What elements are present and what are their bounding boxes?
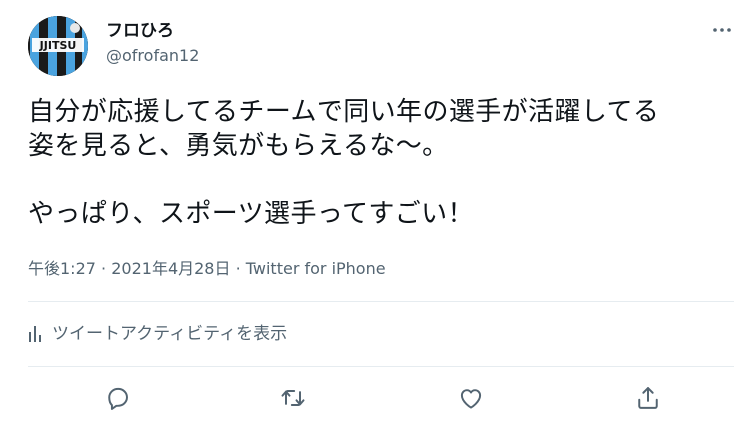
avatar-text: JJITSU (39, 39, 77, 52)
tweet-activity-link[interactable]: ツイートアクティビティを表示 (28, 322, 287, 346)
share-button[interactable] (634, 384, 662, 412)
tweet-date: 2021年4月28日 (111, 259, 231, 278)
tweet-activity-label: ツイートアクティビティを表示 (52, 324, 288, 344)
retweet-button[interactable] (279, 384, 307, 412)
action-bar (0, 378, 754, 418)
user-handle[interactable]: @ofrofan12 (106, 45, 199, 67)
divider-top (28, 301, 734, 302)
avatar[interactable]: JJITSU (28, 16, 88, 76)
reply-icon (108, 387, 128, 410)
tweet-time-link[interactable]: 午後1:27 · 2021年4月28日 (28, 259, 230, 278)
user-info: フロひろ @ofrofan12 (106, 20, 199, 67)
avatar-image: JJITSU (28, 16, 88, 76)
tweet-source-link[interactable]: Twitter for iPhone (246, 259, 386, 278)
retweet-icon (281, 390, 305, 406)
tweet-text: 自分が応援してるチームで同い年の選手が活躍してる 姿を見ると、勇気がもらえるな〜… (28, 97, 660, 229)
reply-button[interactable] (104, 384, 132, 412)
more-icon (713, 28, 731, 32)
more-button[interactable] (710, 22, 734, 38)
bar-chart-icon (29, 326, 41, 342)
display-name[interactable]: フロひろ (106, 20, 199, 42)
share-icon (638, 387, 658, 409)
like-button[interactable] (457, 384, 485, 412)
tweet-header: JJITSU フロひろ @ofrofan12 (28, 16, 734, 76)
tweet-meta: 午後1:27 · 2021年4月28日 · Twitter for iPhone (28, 258, 386, 280)
divider-bottom (28, 366, 734, 367)
meta-separator-1: · (101, 259, 107, 278)
tweet-card: JJITSU フロひろ @ofrofan12 自分が応援してるチームで同い年の選… (0, 0, 754, 426)
tweet-time: 午後1:27 (28, 259, 96, 278)
meta-separator-2: · (235, 259, 241, 278)
like-icon (460, 389, 482, 409)
